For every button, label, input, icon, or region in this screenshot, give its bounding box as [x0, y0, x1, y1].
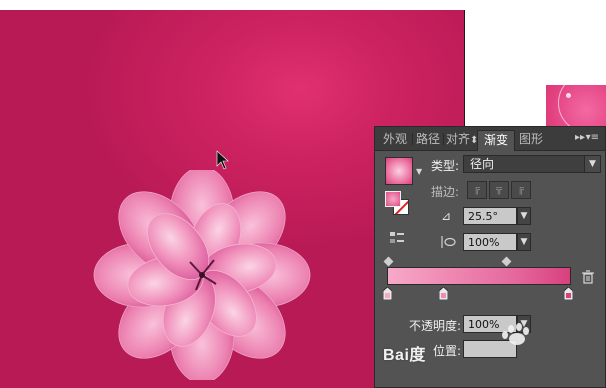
stroke-across-icon[interactable]: ╔ — [511, 181, 531, 199]
gradient-type-value: 径向 — [470, 157, 495, 171]
panel-menu-icon[interactable]: ▾≡ — [586, 132, 599, 143]
angle-icon: ⊿ — [441, 209, 452, 223]
angle-dropdown-icon[interactable]: ▼ — [517, 207, 531, 225]
baidu-paw-logo — [502, 323, 529, 345]
panel-tab-bar: 外观 路径 对齐 ⬍ 渐变 图形 ▸▸ ▾≡ — [375, 127, 605, 151]
stroke-label: 描边: — [431, 185, 460, 199]
gradient-slider[interactable] — [387, 267, 571, 285]
illustrator-workspace: 外观 路径 对齐 ⬍ 渐变 图形 ▸▸ ▾≡ ▼ 类型: 径向 ▼ 描边: ╔ … — [0, 0, 606, 388]
trash-icon[interactable] — [581, 270, 595, 284]
chevron-down-icon[interactable]: ▼ — [416, 167, 422, 176]
gradient-stop-handle[interactable] — [383, 287, 392, 300]
baidu-watermark: Bai度 — [383, 347, 426, 364]
stroke-within-icon[interactable]: ╔ — [467, 181, 487, 199]
gradient-midpoint-handle[interactable] — [501, 256, 512, 267]
gradient-panel: 外观 路径 对齐 ⬍ 渐变 图形 ▸▸ ▾≡ ▼ 类型: 径向 ▼ 描边: ╔ … — [374, 126, 606, 388]
canvas-top-edge — [0, 0, 465, 10]
arrow-cursor-icon — [216, 150, 229, 170]
gradient-preview-swatch[interactable] — [385, 157, 413, 185]
location-label: 位置: — [433, 344, 462, 358]
gradient-stop-handle[interactable] — [564, 287, 573, 300]
type-label: 类型: — [431, 159, 460, 173]
flower-artwork[interactable] — [92, 170, 312, 380]
stroke-along-icon[interactable]: ╦ — [489, 181, 509, 199]
tab-graphic-styles[interactable]: 图形 — [519, 131, 543, 151]
aspect-ratio-input[interactable]: 100% — [463, 233, 517, 251]
tab-pathfinder[interactable]: 路径 — [416, 131, 440, 151]
gradient-type-select[interactable]: 径向 ▼ — [463, 155, 601, 173]
tab-appearance[interactable]: 外观 — [383, 131, 407, 151]
chevron-down-icon: ▼ — [584, 156, 600, 172]
gradient-stop-handle[interactable] — [439, 287, 448, 300]
tab-gradient[interactable]: 渐变 — [477, 130, 516, 151]
angle-input[interactable]: 25.5° — [463, 207, 517, 225]
collapse-panel-icon[interactable]: ▸▸ — [575, 132, 585, 143]
tab-align[interactable]: 对齐 — [446, 131, 470, 151]
aspect-dropdown-icon[interactable]: ▼ — [517, 233, 531, 251]
gradient-midpoint-handle[interactable] — [383, 256, 394, 267]
fill-swatch[interactable] — [385, 191, 401, 207]
reverse-gradient-icon[interactable] — [389, 231, 405, 245]
opacity-label: 不透明度: — [409, 319, 462, 333]
aspect-ratio-icon — [441, 236, 456, 248]
